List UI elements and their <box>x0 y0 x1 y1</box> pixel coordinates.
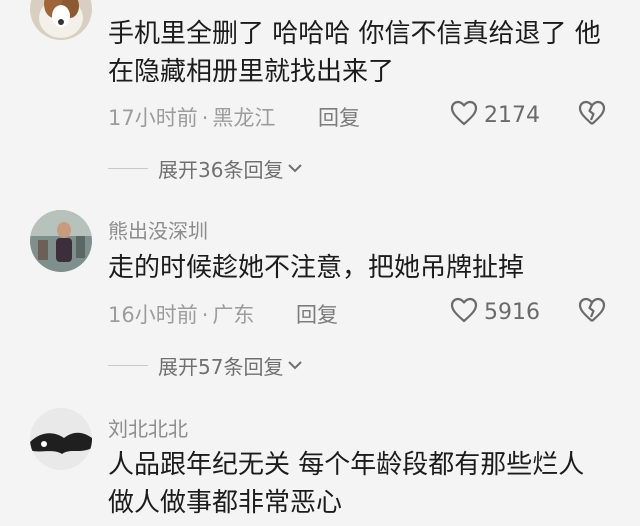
like-count: 5916 <box>484 299 540 325</box>
avatar[interactable] <box>30 408 92 470</box>
username[interactable]: 熊出没深圳 <box>108 215 208 244</box>
expand-replies-label: 展开57条回复 <box>158 355 284 379</box>
expand-replies-button[interactable]: 展开57条回复 <box>108 351 303 380</box>
comment-text-line: 手机里全删了 哈哈哈 你信不信真给退了 他 <box>108 19 601 49</box>
comment-text-line: 人品跟年纪无关 每个年龄段都有那些烂人 <box>108 450 585 480</box>
comment-meta: 17小时前 · 黑龙江 <box>108 102 275 132</box>
comment-meta: 16小时前 · 广东 <box>108 299 254 329</box>
expand-replies-label: 展开36条回复 <box>158 158 284 182</box>
broken-heart-icon <box>578 100 606 130</box>
avatar[interactable] <box>30 0 92 40</box>
comment-location: 黑龙江 <box>212 106 276 130</box>
like-button[interactable]: 5916 <box>450 297 540 327</box>
comment-time: 16小时前 <box>108 303 198 327</box>
username[interactable]: 刘北北北 <box>108 413 188 442</box>
comment-location: 广东 <box>212 303 255 327</box>
separator: · <box>201 303 209 327</box>
heart-outline-icon <box>450 297 478 327</box>
dislike-button[interactable] <box>578 100 606 130</box>
separator: · <box>201 106 209 130</box>
comment-item: 刘北北北 人品跟年纪无关 每个年龄段都有那些烂人 做人做事都非常恶心 <box>0 405 640 526</box>
reply-button[interactable]: 回复 <box>318 102 360 132</box>
dislike-button[interactable] <box>578 297 606 327</box>
comment-item: 熊出没深圳 走的时候趁她不注意，把她吊牌扯掉 16小时前 · 广东 回复 5916 <box>0 205 640 395</box>
comment-time: 17小时前 <box>108 106 198 130</box>
divider-line <box>108 365 148 366</box>
broken-heart-icon <box>578 297 606 327</box>
like-count: 2174 <box>484 102 540 128</box>
divider-line <box>108 168 148 169</box>
comment-text: 人品跟年纪无关 每个年龄段都有那些烂人 做人做事都非常恶心 <box>108 446 618 522</box>
comment-item: 手机里全删了 哈哈哈 你信不信真给退了 他 在隐藏相册里就找出来了 17小时前 ·… <box>0 0 640 200</box>
expand-replies-button[interactable]: 展开36条回复 <box>108 154 303 183</box>
comments-page: 手机里全删了 哈哈哈 你信不信真给退了 他 在隐藏相册里就找出来了 17小时前 ·… <box>0 0 640 526</box>
reply-button[interactable]: 回复 <box>296 299 338 329</box>
comment-text-line: 在隐藏相册里就找出来了 <box>108 57 395 87</box>
chevron-down-icon <box>287 159 303 178</box>
comment-text: 手机里全删了 哈哈哈 你信不信真给退了 他 在隐藏相册里就找出来了 <box>108 15 618 91</box>
comment-text-line: 做人做事都非常恶心 <box>108 488 343 518</box>
comment-text-line: 走的时候趁她不注意，把她吊牌扯掉 <box>108 253 525 283</box>
comment-text: 走的时候趁她不注意，把她吊牌扯掉 <box>108 249 618 287</box>
chevron-down-icon <box>287 356 303 375</box>
avatar[interactable] <box>30 210 92 272</box>
like-button[interactable]: 2174 <box>450 100 540 130</box>
heart-outline-icon <box>450 100 478 130</box>
